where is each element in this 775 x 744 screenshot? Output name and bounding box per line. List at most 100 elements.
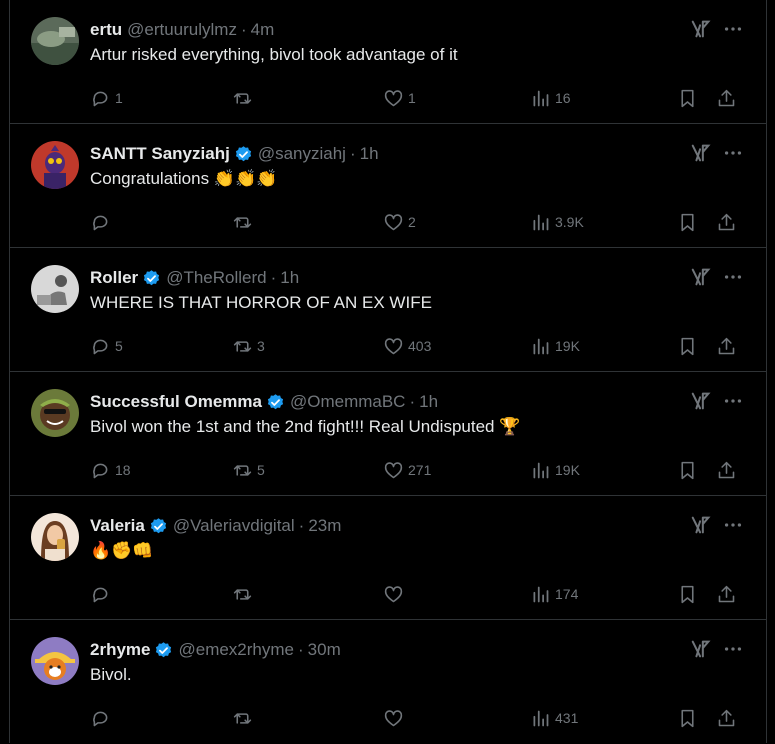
repost-icon [233,588,252,600]
user-handle[interactable]: @ertuurulylmz [127,18,237,42]
share-button[interactable] [716,457,737,483]
bookmark-button[interactable] [677,85,698,111]
reply-icon [93,91,108,106]
like-button[interactable]: 271 [383,457,431,483]
bookmark-button[interactable] [677,705,698,731]
avatar[interactable] [31,637,79,685]
views-button[interactable]: 3.9K [530,209,584,235]
more-icon[interactable] [722,142,744,164]
like-button[interactable]: 403 [383,333,431,359]
like-button[interactable] [383,705,408,731]
verified-badge-icon [156,641,172,657]
share-button[interactable] [716,705,737,731]
tweet-text: Artur risked everything, bivol took adva… [90,45,458,64]
avatar[interactable] [31,513,79,561]
reply-icon [93,463,108,478]
like-count: 2 [408,214,416,230]
like-button[interactable]: 1 [383,85,416,111]
more-icon[interactable] [722,514,744,536]
grok-icon[interactable] [690,638,712,660]
views-button[interactable]: 16 [530,85,571,111]
reply-count: 1 [115,90,123,106]
display-name[interactable]: 2rhyme [90,638,150,662]
repost-button[interactable] [232,705,257,731]
share-button[interactable] [716,581,737,607]
repost-button[interactable]: 5 [232,457,265,483]
timestamp[interactable]: 1h [360,142,379,166]
views-icon [533,90,549,106]
reply-button[interactable] [90,705,115,731]
display-name[interactable]: SANTT Sanyziahj [90,142,230,166]
timestamp[interactable]: 30m [308,638,341,662]
user-handle[interactable]: @sanyziahj [258,142,346,166]
tweet[interactable]: 2rhyme @emex2rhyme · 30m Bivol. 431 [10,620,766,744]
grok-icon[interactable] [690,266,712,288]
reply-icon [93,215,108,230]
tweet[interactable]: ertu @ertuurulylmz · 4m Artur risked eve… [10,0,766,124]
heart-icon [384,337,403,354]
bookmark-button[interactable] [677,581,698,607]
more-icon[interactable] [722,638,744,660]
more-icon[interactable] [722,390,744,412]
grok-icon[interactable] [690,390,712,412]
reply-button[interactable]: 18 [90,457,131,483]
tweet-text: Bivol. [90,665,132,684]
bookmark-icon [681,461,694,479]
timestamp[interactable]: 23m [308,514,341,538]
views-button[interactable]: 174 [530,581,578,607]
heart-icon [384,585,403,602]
user-handle[interactable]: @emex2rhyme [178,638,294,662]
heart-icon [384,89,403,106]
views-count: 431 [555,710,579,726]
more-icon[interactable] [722,266,744,288]
display-name[interactable]: Roller [90,266,138,290]
repost-button[interactable] [232,209,257,235]
grok-icon[interactable] [690,142,712,164]
tweet-header: SANTT Sanyziahj @sanyziahj · 1h [90,142,379,166]
tweet[interactable]: SANTT Sanyziahj @sanyziahj · 1h Congratu… [10,124,766,248]
tweet[interactable]: Valeria @Valeriavdigital · 23m 🔥✊👊 174 [10,496,766,620]
user-handle[interactable]: @TheRollerd [166,266,266,290]
display-name[interactable]: Successful Omemma [90,390,262,414]
repost-icon [233,464,252,476]
avatar[interactable] [31,265,79,313]
tweet[interactable]: Successful Omemma @OmemmaBC · 1h Bivol w… [10,372,766,496]
share-button[interactable] [716,85,737,111]
views-button[interactable]: 431 [530,705,578,731]
heart-icon [384,461,403,478]
reply-button[interactable]: 5 [90,333,123,359]
bookmark-button[interactable] [677,457,698,483]
display-name[interactable]: Valeria [90,514,145,538]
views-button[interactable]: 19K [530,457,580,483]
display-name[interactable]: ertu [90,18,122,42]
repost-button[interactable] [232,85,257,111]
repost-button[interactable]: 3 [232,333,265,359]
timestamp[interactable]: 1h [419,390,438,414]
user-handle[interactable]: @Valeriavdigital [173,514,295,538]
user-handle[interactable]: @OmemmaBC [290,390,406,414]
like-button[interactable]: 2 [383,209,416,235]
like-button[interactable] [383,581,408,607]
views-count: 16 [555,90,571,106]
repost-count: 5 [257,462,265,478]
share-icon [718,585,735,602]
avatar[interactable] [31,389,79,437]
avatar[interactable] [31,17,79,65]
reply-button[interactable] [90,209,115,235]
bookmark-button[interactable] [677,209,698,235]
bookmark-button[interactable] [677,333,698,359]
tweet[interactable]: Roller @TheRollerd · 1h WHERE IS THAT HO… [10,248,766,372]
bookmark-icon [681,89,694,107]
timestamp[interactable]: 4m [251,18,275,42]
avatar[interactable] [31,141,79,189]
reply-button[interactable]: 1 [90,85,123,111]
timestamp[interactable]: 1h [280,266,299,290]
more-icon[interactable] [722,18,744,40]
grok-icon[interactable] [690,514,712,536]
repost-button[interactable] [232,581,257,607]
share-button[interactable] [716,209,737,235]
reply-button[interactable] [90,581,115,607]
grok-icon[interactable] [690,18,712,40]
views-button[interactable]: 19K [530,333,580,359]
share-button[interactable] [716,333,737,359]
